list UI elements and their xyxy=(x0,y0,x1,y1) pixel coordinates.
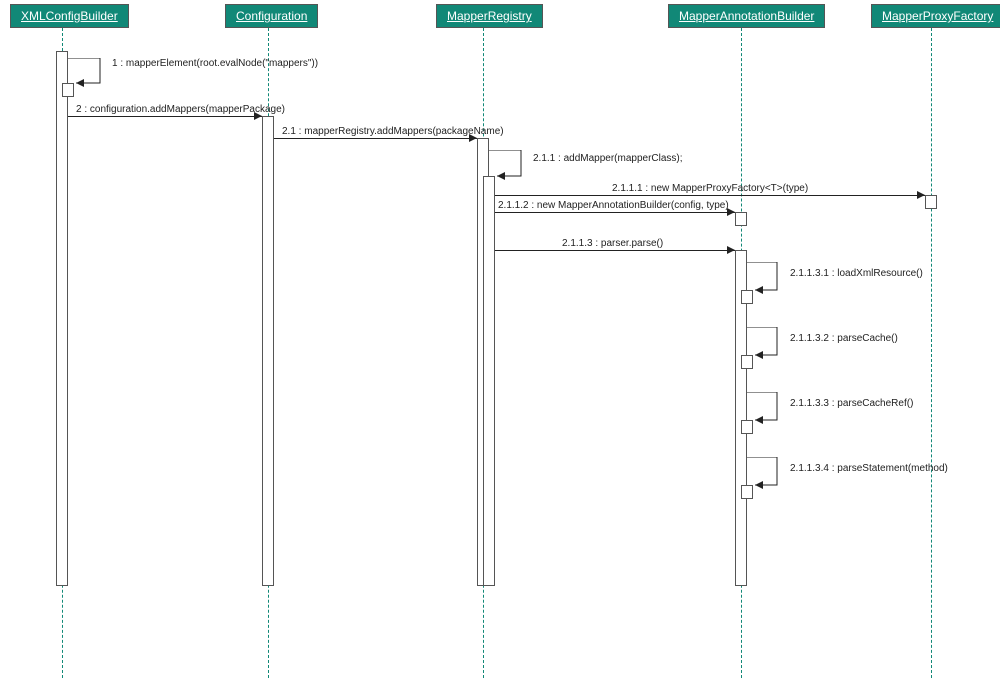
participant-mapperproxyfactory: MapperProxyFactory xyxy=(871,4,1000,28)
arrow-m2113 xyxy=(495,250,735,251)
label-m21133: 2.1.1.3.3 : parseCacheRef() xyxy=(790,398,913,409)
lifeline-mapperproxyfactory xyxy=(931,28,932,678)
participant-configuration: Configuration xyxy=(225,4,318,28)
self-loop-m21131 xyxy=(747,262,787,294)
self-loop-m1 xyxy=(68,58,108,88)
activation-mapperannotationbuilder-init xyxy=(735,212,747,226)
arrow-m2 xyxy=(68,116,262,117)
arrowhead-m2113 xyxy=(727,246,735,254)
participant-mapperregistry: MapperRegistry xyxy=(436,4,543,28)
activation-mapperproxyfactory xyxy=(925,195,937,209)
arrowhead-m2111 xyxy=(917,191,925,199)
activation-configuration xyxy=(262,116,274,586)
self-loop-m21133 xyxy=(747,392,787,424)
label-m2111: 2.1.1.1 : new MapperProxyFactory<T>(type… xyxy=(612,183,808,194)
arrowhead-m21 xyxy=(469,134,477,142)
label-m2112: 2.1.1.2 : new MapperAnnotationBuilder(co… xyxy=(498,200,729,211)
label-m211: 2.1.1 : addMapper(mapperClass); xyxy=(533,153,683,164)
arrowhead-m2 xyxy=(254,112,262,120)
arrowhead-m2112 xyxy=(727,208,735,216)
self-loop-m21132 xyxy=(747,327,787,359)
self-loop-m21134 xyxy=(747,457,787,489)
arrow-m21 xyxy=(274,138,477,139)
label-m21134: 2.1.1.3.4 : parseStatement(method) xyxy=(790,463,948,474)
arrow-m2112 xyxy=(495,212,735,213)
activation-mapperregistry-inner xyxy=(483,176,495,586)
label-m2113: 2.1.1.3 : parser.parse() xyxy=(562,238,663,249)
activation-xmlconfigbuilder-outer xyxy=(56,51,68,586)
label-m1: 1 : mapperElement(root.evalNode("mappers… xyxy=(112,58,318,69)
label-m21132: 2.1.1.3.2 : parseCache() xyxy=(790,333,898,344)
self-loop-m211 xyxy=(489,150,529,180)
label-m21131: 2.1.1.3.1 : loadXmlResource() xyxy=(790,268,923,279)
participant-xmlconfigbuilder: XMLConfigBuilder xyxy=(10,4,129,28)
participant-mapperannotationbuilder: MapperAnnotationBuilder xyxy=(668,4,825,28)
arrow-m2111 xyxy=(495,195,925,196)
